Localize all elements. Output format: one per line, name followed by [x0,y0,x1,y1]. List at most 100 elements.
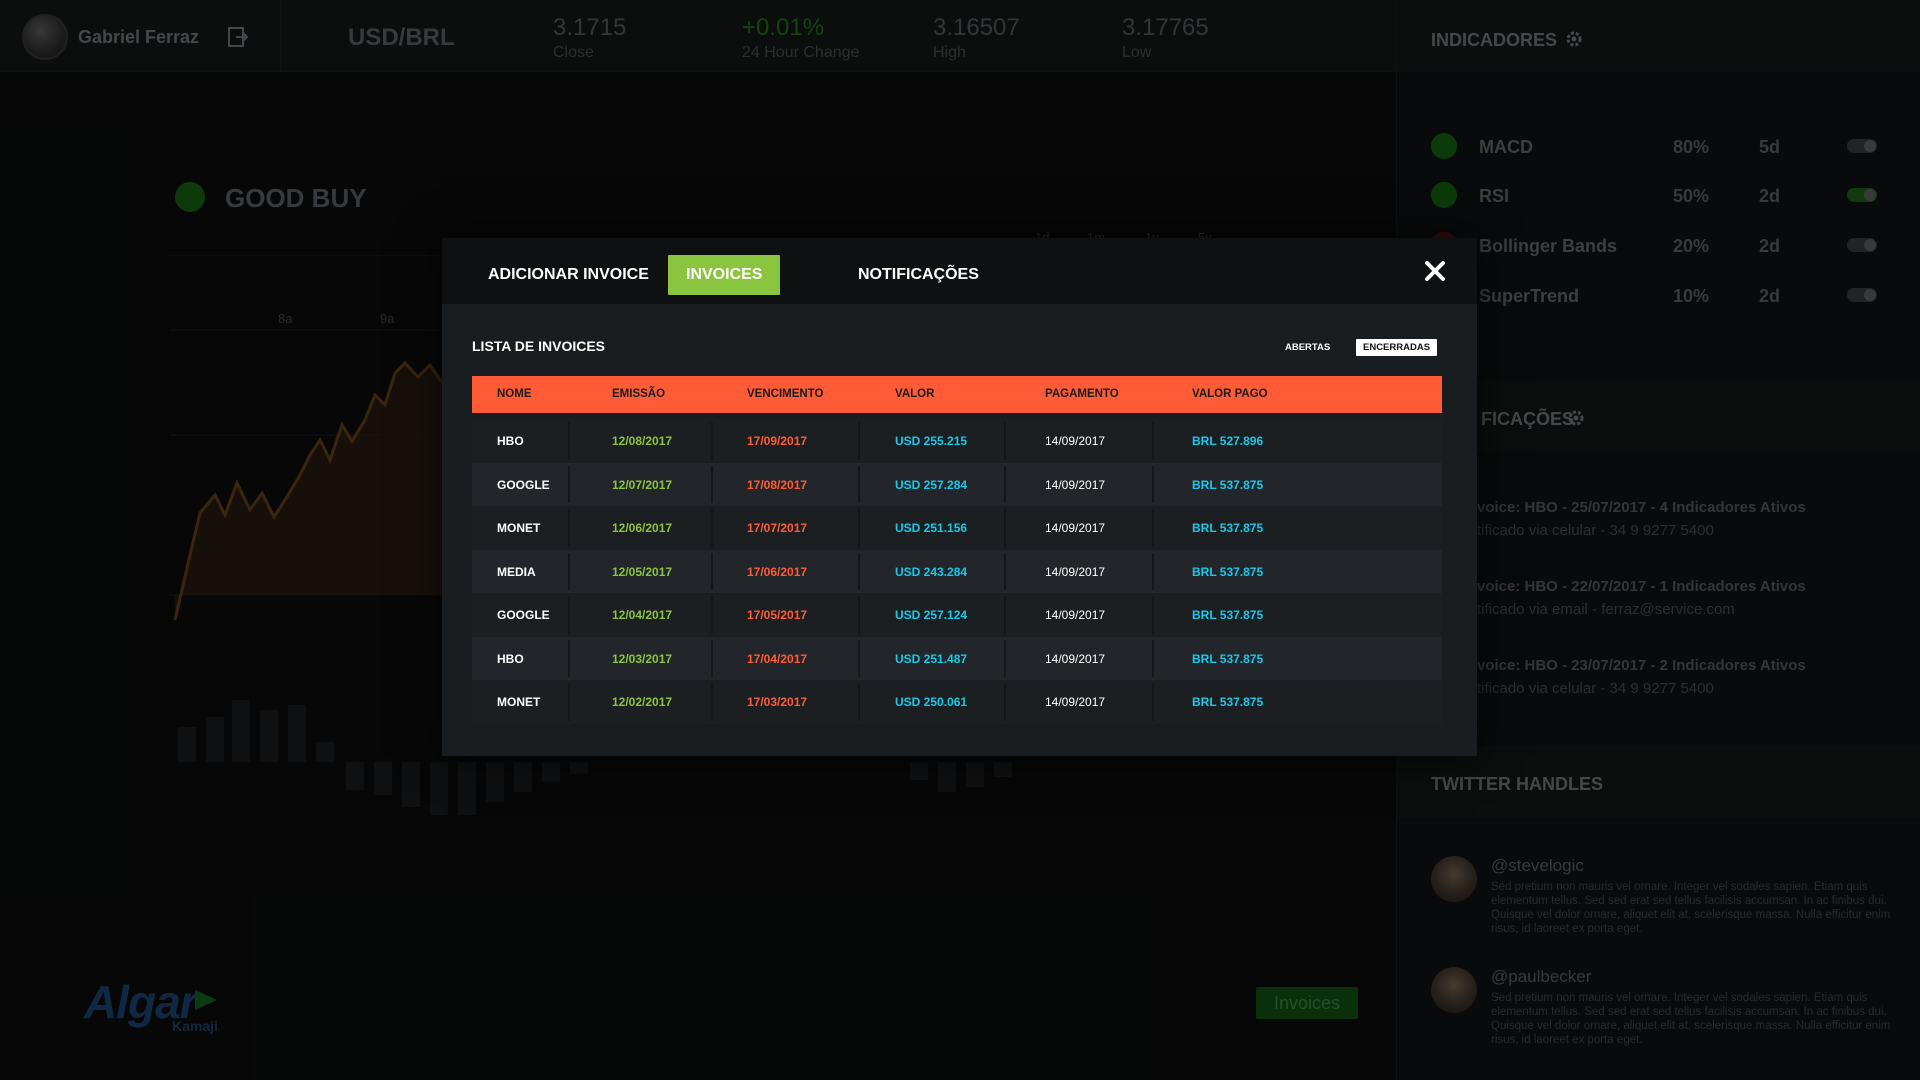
cell-issue-date: 12/06/2017 [612,521,673,535]
cell-divider [1152,683,1154,721]
cell-paid-value: BRL 537.875 [1192,695,1264,709]
table-row[interactable]: MEDIA 12/05/2017 17/06/2017 USD 243.284 14/0… [472,549,1442,593]
cell-divider [568,552,570,590]
cell-due-date: 17/04/2017 [747,651,808,666]
cell-value: USD 255.215 [895,434,968,448]
table-body: HBO 12/08/2017 17/09/2017 USD 255.215 14/09/… [472,419,1442,724]
cell-name: HBO [497,651,524,666]
cell-name: MONET [497,695,541,709]
cell-issue-date: 12/08/2017 [612,434,673,448]
cell-issue-date: 12/07/2017 [612,477,673,492]
cell-divider [711,509,713,547]
cell-due-date: 17/05/2017 [747,608,808,622]
tab-invoices[interactable]: INVOICES [668,255,781,295]
table-row[interactable]: GOOGLE 12/04/2017 17/05/2017 USD 257.124 14/… [472,593,1442,637]
cell-paid-value: BRL 527.896 [1192,434,1264,448]
cell-name: MEDIA [497,564,536,579]
cell-divider [1152,509,1154,547]
cell-due-date: 17/07/2017 [747,521,808,535]
table-header: NOME EMISSÃO VENCIMENTO VALOR PAGAMENTO … [472,376,1442,413]
modal-header: ADICIONAR INVOICE INVOICES NOTIFICAÇÕES [442,238,1477,304]
cell-value: USD 251.156 [895,521,968,535]
cell-divider [711,552,713,590]
cell-divider [1152,596,1154,634]
cell-due-date: 17/08/2017 [747,477,808,492]
cell-paid-value: BRL 537.875 [1192,477,1264,492]
cell-divider [1152,422,1154,460]
cell-divider [1004,683,1006,721]
table-row[interactable]: HBO 12/08/2017 17/09/2017 USD 255.215 14/09/… [472,419,1442,463]
cell-paid-value: BRL 537.875 [1192,608,1264,622]
cell-payment-date: 14/09/2017 [1045,695,1106,709]
list-title: LISTA DE INVOICES [472,338,606,354]
filter-closed[interactable]: ENCERRADAS [1356,339,1438,356]
cell-divider [858,596,860,634]
cell-divider [711,639,713,677]
cell-due-date: 17/06/2017 [747,564,808,579]
column-header-due[interactable]: VENCIMENTO [747,388,823,400]
cell-payment-date: 14/09/2017 [1045,564,1106,579]
cell-divider [568,465,570,503]
cell-divider [858,683,860,721]
cell-name: GOOGLE [497,608,550,622]
cell-divider [1004,552,1006,590]
cell-payment-date: 14/09/2017 [1045,651,1106,666]
column-header-name[interactable]: NOME [497,388,532,400]
cell-payment-date: 14/09/2017 [1045,521,1106,535]
tab-notifications[interactable]: NOTIFICAÇÕES [840,255,997,295]
cell-name: GOOGLE [497,477,550,492]
cell-value: USD 243.284 [895,564,968,579]
cell-issue-date: 12/02/2017 [612,695,673,709]
cell-value: USD 257.284 [895,477,968,492]
cell-payment-date: 14/09/2017 [1045,434,1106,448]
column-header-payment[interactable]: PAGAMENTO [1045,388,1119,400]
cell-divider [1004,422,1006,460]
table-row[interactable]: GOOGLE 12/07/2017 17/08/2017 USD 257.284 14/… [472,462,1442,506]
close-icon[interactable] [1422,258,1448,284]
cell-divider [711,683,713,721]
cell-divider [568,422,570,460]
cell-divider [1004,465,1006,503]
cell-name: MONET [497,521,541,535]
cell-paid-value: BRL 537.875 [1192,521,1264,535]
cell-divider [858,552,860,590]
cell-divider [1004,509,1006,547]
cell-divider [1152,639,1154,677]
invoices-table: NOME EMISSÃO VENCIMENTO VALOR PAGAMENTO … [472,376,1442,724]
table-row[interactable]: MONET 12/02/2017 17/03/2017 USD 250.061 14/0… [472,680,1442,724]
cell-divider [568,596,570,634]
cell-divider [858,639,860,677]
cell-value: USD 257.124 [895,608,968,622]
cell-divider [858,509,860,547]
cell-due-date: 17/03/2017 [747,695,808,709]
cell-divider [568,639,570,677]
cell-divider [1152,465,1154,503]
cell-divider [711,596,713,634]
column-header-value[interactable]: VALOR [895,388,934,400]
cell-divider [711,422,713,460]
table-row[interactable]: HBO 12/03/2017 17/04/2017 USD 251.487 14/09/… [472,636,1442,680]
filter-open[interactable]: ABERTAS [1278,339,1337,356]
cell-payment-date: 14/09/2017 [1045,608,1106,622]
cell-divider [1004,639,1006,677]
cell-divider [568,683,570,721]
cell-due-date: 17/09/2017 [747,434,808,448]
column-header-paid-value[interactable]: VALOR PAGO [1192,388,1268,400]
cell-divider [1004,596,1006,634]
cell-divider [568,509,570,547]
invoices-modal: ADICIONAR INVOICE INVOICES NOTIFICAÇÕES … [442,238,1477,756]
column-header-issue[interactable]: EMISSÃO [612,388,665,400]
cell-issue-date: 12/04/2017 [612,608,673,622]
cell-issue-date: 12/05/2017 [612,564,673,579]
tab-add-invoice[interactable]: ADICIONAR INVOICE [470,255,667,295]
cell-value: USD 251.487 [895,651,968,666]
cell-divider [711,465,713,503]
cell-paid-value: BRL 537.875 [1192,651,1264,666]
cell-divider [858,465,860,503]
cell-value: USD 250.061 [895,695,968,709]
cell-paid-value: BRL 537.875 [1192,564,1264,579]
cell-divider [1152,552,1154,590]
cell-issue-date: 12/03/2017 [612,651,673,666]
cell-payment-date: 14/09/2017 [1045,477,1106,492]
table-row[interactable]: MONET 12/06/2017 17/07/2017 USD 251.156 14/0… [472,506,1442,550]
